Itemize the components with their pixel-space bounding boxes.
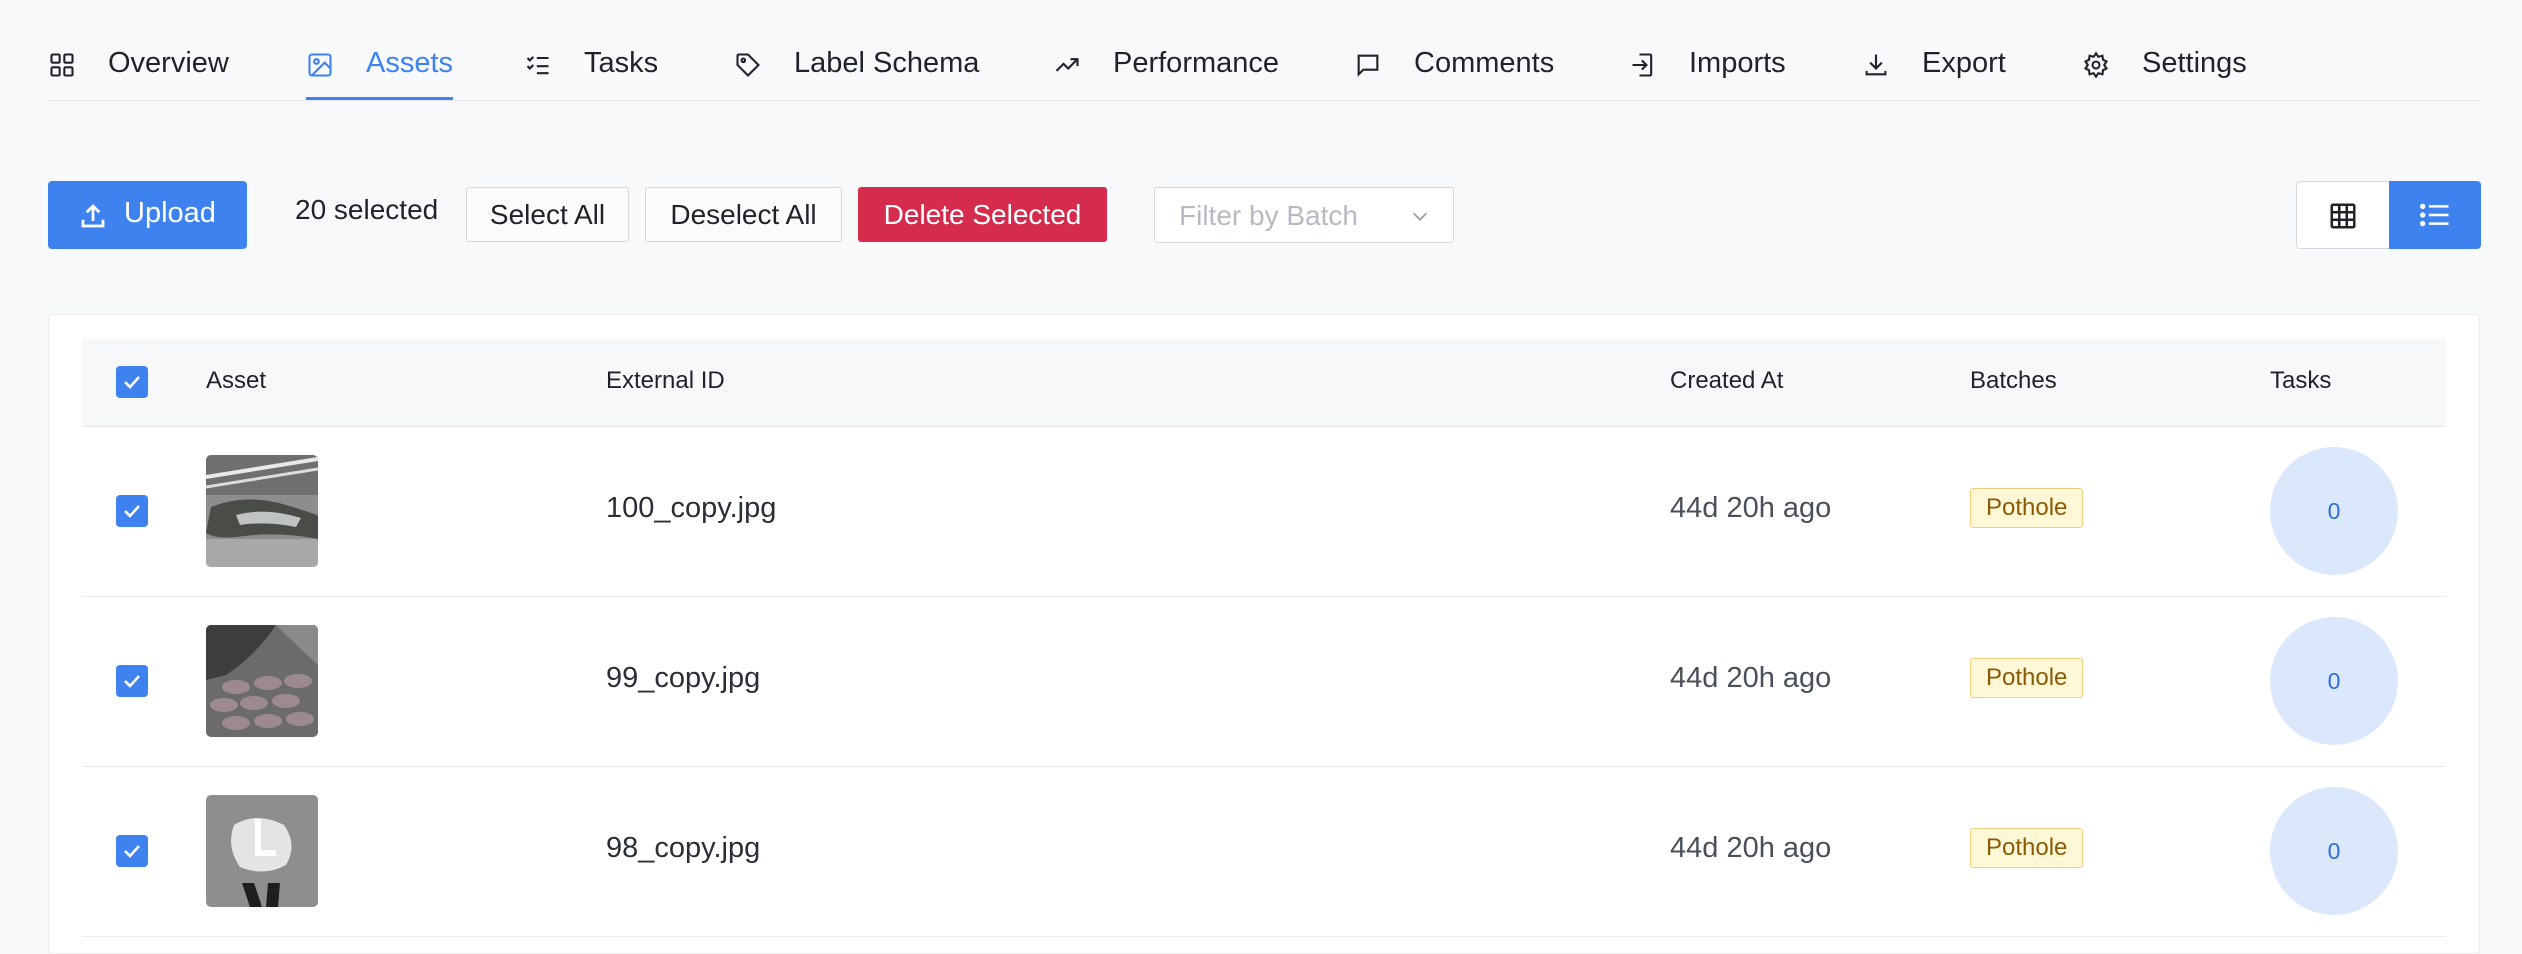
row-checkbox[interactable] — [116, 835, 148, 867]
tab-label: Label Schema — [794, 47, 980, 79]
active-tab-indicator — [306, 97, 453, 100]
created-at: 44d 20h ago — [1670, 492, 1832, 524]
list-view-button[interactable] — [2389, 181, 2481, 249]
tab-overview[interactable]: Overview — [48, 44, 248, 86]
tab-tasks[interactable]: Tasks — [524, 44, 684, 86]
batch-badge: Pothole — [1970, 658, 2084, 698]
table-header: Asset External ID Created At Batches Tas… — [82, 339, 2446, 427]
upload-icon — [81, 204, 105, 228]
upload-label: Upload — [124, 197, 216, 229]
delete-selected-button[interactable]: Delete Selected — [858, 187, 1107, 242]
check-icon — [124, 505, 140, 518]
tab-export[interactable]: Export — [1862, 44, 2042, 86]
comment-icon — [1357, 54, 1379, 77]
tab-imports[interactable]: Imports — [1629, 44, 1829, 86]
image-icon — [308, 53, 332, 77]
external-id: 98_copy.jpg — [606, 832, 761, 864]
created-at: 44d 20h ago — [1670, 832, 1832, 864]
asset-thumbnail[interactable] — [206, 455, 318, 567]
asset-thumbnail[interactable] — [206, 795, 318, 907]
filter-by-batch-select[interactable]: Filter by Batch — [1154, 187, 1454, 243]
check-icon — [124, 675, 140, 688]
row-checkbox[interactable] — [116, 495, 148, 527]
table-row[interactable]: 98_copy.jpg 44d 20h ago Pothole 0 — [82, 766, 2446, 937]
batch-badge: Pothole — [1970, 828, 2084, 868]
tab-label-schema[interactable]: Label Schema — [734, 44, 1004, 86]
select-all-button[interactable]: Select All — [466, 187, 629, 242]
tab-label: Overview — [108, 47, 229, 79]
grid-icon — [50, 53, 74, 77]
column-header-batches: Batches — [1970, 367, 2057, 394]
asset-thumbnail[interactable] — [206, 625, 318, 737]
column-header-tasks: Tasks — [2270, 367, 2332, 394]
batch-badge: Pothole — [1970, 488, 2084, 528]
selected-count: 20 selected — [295, 194, 439, 225]
created-at: 44d 20h ago — [1670, 662, 1832, 694]
chevron-down-icon — [1412, 212, 1428, 221]
select-all-checkbox[interactable] — [116, 366, 148, 398]
upload-button[interactable]: Upload — [48, 181, 247, 249]
deselect-all-button[interactable]: Deselect All — [645, 187, 842, 242]
table-row[interactable]: 99_copy.jpg 44d 20h ago Pothole 0 — [82, 596, 2446, 767]
tab-label: Settings — [2142, 47, 2247, 79]
download-icon — [1865, 54, 1887, 76]
grid-view-button[interactable] — [2296, 181, 2389, 249]
tab-settings[interactable]: Settings — [2082, 44, 2282, 86]
column-header-external-id: External ID — [606, 367, 725, 394]
check-icon — [124, 845, 140, 858]
tab-label: Comments — [1414, 47, 1555, 79]
list-icon — [2419, 203, 2449, 227]
import-icon — [1632, 53, 1653, 77]
task-count[interactable]: 0 — [2270, 617, 2398, 745]
tab-assets[interactable]: Assets — [306, 44, 456, 86]
check-icon — [124, 376, 140, 389]
tab-bar: Overview Assets Tasks Label Schema Perfo… — [48, 0, 2481, 101]
external-id: 100_copy.jpg — [606, 492, 777, 524]
tab-label: Performance — [1113, 47, 1280, 79]
table-grid-icon — [2330, 203, 2356, 229]
trending-up-icon — [1055, 58, 1079, 72]
checklist-icon — [526, 56, 549, 75]
gear-icon — [2083, 51, 2109, 79]
tab-label: Export — [1922, 47, 2006, 79]
task-count[interactable]: 0 — [2270, 787, 2398, 915]
filter-placeholder: Filter by Batch — [1179, 200, 1358, 231]
external-id: 99_copy.jpg — [606, 662, 761, 694]
table-row[interactable]: 100_copy.jpg 44d 20h ago Pothole 0 — [82, 426, 2446, 597]
tag-icon — [736, 53, 760, 77]
column-header-asset: Asset — [206, 367, 267, 394]
tab-label: Tasks — [584, 47, 659, 79]
row-checkbox[interactable] — [116, 665, 148, 697]
tab-performance[interactable]: Performance — [1053, 44, 1303, 86]
task-count[interactable]: 0 — [2270, 447, 2398, 575]
tab-comments[interactable]: Comments — [1354, 44, 1584, 86]
column-header-created-at: Created At — [1670, 367, 1784, 394]
tab-label: Assets — [366, 47, 454, 79]
tab-label: Imports — [1689, 47, 1786, 79]
view-toggle — [2296, 181, 2481, 249]
